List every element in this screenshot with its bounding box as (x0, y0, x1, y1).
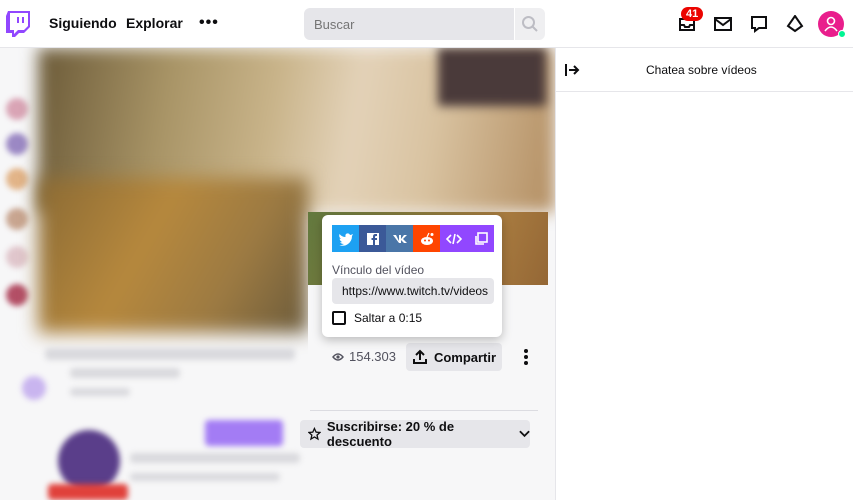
live-tag-blur (48, 484, 128, 500)
chat-bubble-icon (751, 16, 767, 33)
nav-following[interactable]: Siguiendo (49, 15, 117, 31)
channel-avatar (22, 376, 46, 400)
sidebar-avatar (6, 246, 28, 268)
subscribe-label: Suscribirse: 20 % de descuento (326, 419, 455, 449)
search-button[interactable] (515, 8, 545, 40)
twitter-share-button[interactable] (332, 225, 359, 252)
online-status-dot (838, 30, 846, 38)
vk-icon (392, 234, 407, 243)
share-upload-icon (412, 349, 427, 364)
streamer-info-blur (130, 473, 280, 481)
reddit-share-button[interactable] (413, 225, 440, 252)
share-popup: Vínculo del vídeo Saltar a 0:15 (322, 215, 502, 337)
whispers-mail-button[interactable] (713, 14, 733, 34)
more-options-button[interactable] (522, 347, 530, 367)
twitter-icon (338, 232, 353, 246)
view-count: 154.303 (332, 349, 396, 364)
reddit-icon (420, 232, 433, 245)
bits-gem-icon (786, 15, 804, 33)
twitch-logo-icon[interactable] (6, 11, 30, 37)
video-link-label: Vínculo del vídeo (332, 263, 425, 277)
sidebar-avatar (6, 284, 28, 306)
share-button[interactable]: Compartir (406, 343, 502, 371)
embed-share-button[interactable] (440, 225, 467, 252)
eye-icon (332, 352, 344, 361)
star-icon (308, 427, 321, 441)
chat-header: Chatea sobre vídeos (556, 48, 853, 92)
sidebar-avatar (6, 208, 28, 230)
share-button-label: Compartir (433, 349, 497, 365)
bits-button[interactable] (785, 14, 805, 34)
channel-name-blur (70, 388, 130, 396)
chevron-down-icon (519, 430, 530, 438)
facebook-icon (366, 232, 379, 245)
skip-to-time-label: Saltar a 0:15 (354, 311, 423, 325)
chat-panel: Chatea sobre vídeos (555, 48, 853, 500)
video-webcam-overlay (438, 48, 546, 106)
streamer-avatar (58, 430, 120, 492)
user-icon (824, 16, 838, 32)
notifications-badge: 41 (681, 7, 704, 21)
section-divider (310, 410, 538, 411)
collapse-chat-icon[interactable] (564, 62, 580, 78)
more-menu-icon[interactable]: ••• (199, 14, 219, 32)
sidebar-avatar (6, 133, 28, 155)
streamer-info-blur (130, 453, 300, 463)
chat-title: Chatea sobre vídeos (646, 63, 757, 77)
sidebar-avatar (6, 168, 28, 190)
skip-to-time-checkbox[interactable] (332, 311, 346, 325)
mail-icon (714, 17, 732, 31)
search-icon (522, 16, 538, 32)
whispers-button[interactable] (749, 14, 769, 34)
facebook-share-button[interactable] (359, 225, 386, 252)
skip-to-time-option: Saltar a 0:15 (332, 311, 422, 325)
copy-link-button[interactable] (467, 225, 494, 252)
follow-button-blur (205, 420, 283, 446)
copy-icon (474, 231, 488, 245)
vk-share-button[interactable] (386, 225, 413, 252)
code-embed-icon (445, 233, 462, 244)
sidebar-avatar (6, 98, 28, 120)
kebab-menu-icon (524, 349, 528, 365)
view-count-value: 154.303 (349, 349, 396, 364)
video-title-blur (45, 348, 295, 360)
nav-browse[interactable]: Explorar (126, 15, 183, 31)
video-link-field[interactable] (332, 278, 494, 304)
video-subtitle-blur (70, 368, 180, 378)
search-input[interactable] (304, 8, 514, 40)
share-services (332, 225, 494, 252)
subscribe-button[interactable]: Suscribirse: 20 % de descuento (300, 419, 530, 449)
top-navigation-bar: Siguiendo Explorar ••• 41 (0, 0, 853, 48)
video-player-lower (38, 178, 308, 333)
